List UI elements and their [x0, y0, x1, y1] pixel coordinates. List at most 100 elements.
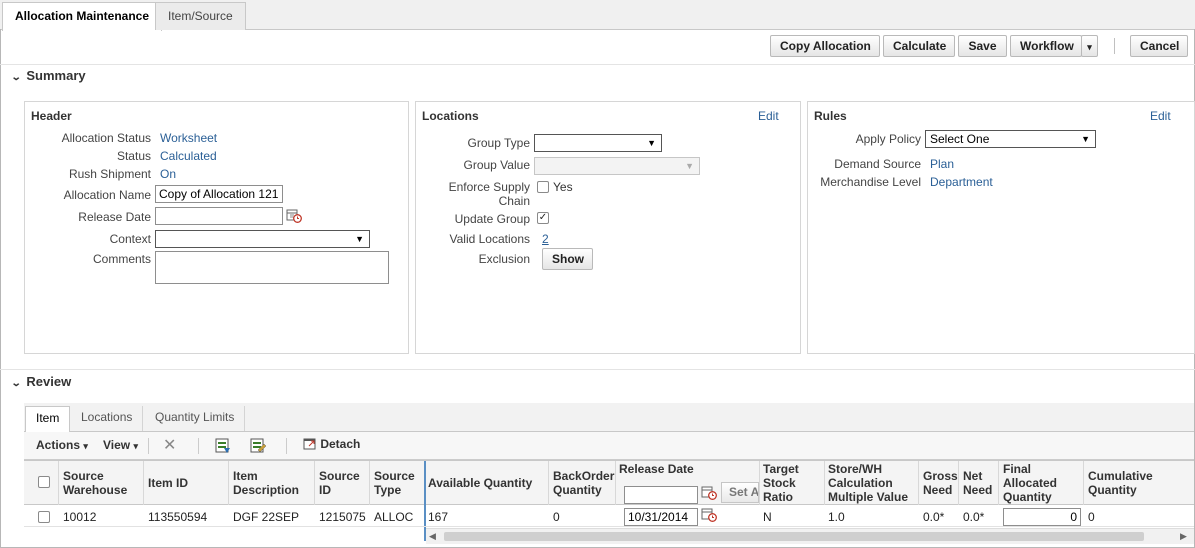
- allocation-name-input[interactable]: Copy of Allocation 121: [155, 185, 283, 203]
- row-checkbox[interactable]: [38, 511, 50, 523]
- chevron-down-icon: ⌄: [10, 378, 22, 389]
- review-title: Review: [26, 374, 72, 389]
- valid-locations-label: Valid Locations: [449, 232, 531, 246]
- col-release-date[interactable]: Release Date: [619, 462, 694, 476]
- context-label: Context: [109, 232, 151, 246]
- view-label: View: [103, 438, 131, 452]
- enforce-supply-label-2: Chain: [498, 194, 530, 208]
- toolbar-divider: [286, 438, 287, 454]
- status-value: Calculated: [160, 149, 217, 163]
- col-cumulative-quantity[interactable]: Cumulative Quantity: [1088, 469, 1153, 497]
- horizontal-scrollbar[interactable]: ◀ ▶: [426, 528, 1194, 544]
- toolbar-divider: [198, 438, 199, 454]
- dropdown-arrow-icon: ▼: [355, 234, 364, 244]
- merchandise-level-label: Merchandise Level: [820, 175, 921, 189]
- scrollbar-thumb[interactable]: [444, 532, 1144, 541]
- chevron-down-icon: ▾: [1087, 42, 1092, 52]
- col-backorder-quantity[interactable]: BackOrder Quantity: [553, 469, 614, 497]
- view-menu[interactable]: View ▾: [103, 438, 138, 452]
- cell-backorder-quantity: 0: [553, 510, 560, 524]
- actions-menu[interactable]: Actions ▾: [36, 438, 88, 452]
- col-gross-need[interactable]: Gross Need: [923, 469, 958, 497]
- col-item-description[interactable]: Item Description: [233, 469, 299, 497]
- column-divider: [228, 461, 229, 505]
- column-divider: [824, 461, 825, 505]
- col-item-id[interactable]: Item ID: [148, 476, 188, 490]
- set-all-button[interactable]: Set A: [721, 482, 759, 503]
- tab-quantity-limits[interactable]: Quantity Limits: [145, 406, 246, 431]
- exclusion-label: Exclusion: [478, 252, 530, 266]
- scroll-left-icon[interactable]: ◀: [429, 531, 436, 542]
- col-net-need[interactable]: Net Need: [963, 469, 992, 497]
- col-target-stock-ratio[interactable]: Target Stock Ratio: [763, 462, 799, 504]
- summary-title: Summary: [26, 68, 86, 83]
- cell-source-id: 1215075: [319, 510, 366, 524]
- cell-item-id-link[interactable]: 113550594: [148, 510, 207, 524]
- calendar-icon[interactable]: [286, 208, 302, 223]
- enforce-supply-yes-label: Yes: [553, 180, 573, 194]
- tab-item-source[interactable]: Item/Source: [155, 2, 246, 30]
- cell-net-need: 0.0*: [963, 510, 985, 524]
- chevron-down-icon: ▾: [133, 441, 139, 451]
- col-store-wh-multiple[interactable]: Store/WH Calculation Multiple Value: [828, 462, 908, 504]
- valid-locations-link[interactable]: 2: [542, 232, 549, 246]
- locations-edit-link[interactable]: Edit: [758, 109, 779, 123]
- edit-rows-icon[interactable]: [250, 438, 267, 454]
- rules-edit-link[interactable]: Edit: [1150, 109, 1171, 123]
- col-source-warehouse[interactable]: Source Warehouse: [63, 469, 127, 497]
- apply-policy-label: Apply Policy: [855, 132, 921, 146]
- calendar-icon[interactable]: [701, 507, 717, 522]
- detach-icon: [303, 438, 316, 450]
- chevron-down-icon: ▾: [83, 441, 88, 451]
- workflow-dropdown-button[interactable]: ▾: [1081, 35, 1098, 57]
- col-final-allocated-quantity[interactable]: Final Allocated Quantity: [1003, 462, 1057, 504]
- copy-allocation-button[interactable]: Copy Allocation: [770, 35, 880, 57]
- tab-item[interactable]: Item: [25, 406, 71, 432]
- cell-release-date-input[interactable]: 10/31/2014: [624, 508, 698, 526]
- apply-policy-select[interactable]: Select One ▼: [925, 130, 1096, 148]
- col-source-id[interactable]: Source ID: [319, 469, 360, 497]
- cell-store-wh-multiple: 1.0: [828, 510, 845, 524]
- review-section-header[interactable]: ⌄ Review: [10, 374, 72, 389]
- col-available-quantity[interactable]: Available Quantity: [428, 476, 532, 490]
- review-tab-bar: Item Locations Quantity Limits: [24, 403, 1194, 432]
- column-divider: [918, 461, 919, 505]
- cell-item-description: DGF 22SEP: [233, 510, 300, 524]
- demand-source-label: Demand Source: [834, 157, 921, 171]
- detach-button[interactable]: Detach: [303, 437, 360, 451]
- calendar-icon[interactable]: [701, 485, 717, 500]
- release-date-input[interactable]: [155, 207, 283, 225]
- release-date-filter-input[interactable]: [624, 486, 698, 504]
- enforce-supply-checkbox[interactable]: [537, 181, 549, 193]
- cell-source-warehouse: 10012: [63, 510, 97, 524]
- detach-label: Detach: [320, 437, 361, 451]
- export-icon[interactable]: [215, 438, 232, 454]
- column-divider: [998, 461, 999, 505]
- cell-target-stock-ratio: N: [763, 510, 772, 524]
- rules-panel-title: Rules: [814, 109, 847, 123]
- tab-allocation-maintenance[interactable]: Allocation Maintenance: [2, 2, 163, 31]
- column-divider: [143, 461, 144, 505]
- actions-label: Actions: [36, 438, 81, 452]
- delete-icon[interactable]: ✕: [163, 435, 176, 455]
- select-all-checkbox[interactable]: [38, 476, 50, 488]
- column-divider: [314, 461, 315, 505]
- group-type-select[interactable]: ▼: [534, 134, 662, 152]
- cell-final-allocated-input[interactable]: 0: [1003, 508, 1081, 526]
- workflow-button[interactable]: Workflow: [1010, 35, 1082, 57]
- cancel-button[interactable]: Cancel: [1130, 35, 1188, 57]
- dropdown-arrow-icon: ▼: [685, 161, 694, 171]
- col-source-type[interactable]: Source Type: [374, 469, 415, 497]
- tab-locations[interactable]: Locations: [71, 406, 144, 431]
- show-exclusion-button[interactable]: Show: [542, 248, 593, 270]
- update-group-checkbox[interactable]: ✓: [537, 212, 549, 224]
- release-date-label: Release Date: [78, 210, 151, 224]
- comments-textarea[interactable]: [155, 251, 389, 284]
- calculate-button[interactable]: Calculate: [883, 35, 955, 57]
- summary-section-header[interactable]: ⌄ Summary: [11, 68, 86, 83]
- save-button[interactable]: Save: [958, 35, 1007, 57]
- context-select[interactable]: ▼: [155, 230, 370, 248]
- scroll-right-icon[interactable]: ▶: [1180, 531, 1187, 542]
- enforce-supply-label: Enforce Supply: [448, 180, 530, 194]
- group-value-select[interactable]: ▼: [534, 157, 700, 175]
